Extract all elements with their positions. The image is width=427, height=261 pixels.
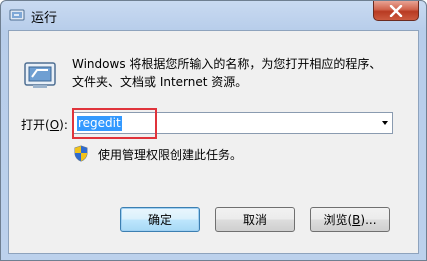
ok-button[interactable]: 确定 <box>120 207 200 232</box>
browse-button[interactable]: 浏览(B)... <box>310 207 390 232</box>
title-bar[interactable]: 运行 <box>1 1 426 29</box>
cancel-button[interactable]: 取消 <box>215 207 295 232</box>
button-bar: 确定 取消 浏览(B)... <box>9 189 418 253</box>
dialog-content: Windows 将根据您所输入的名称，为您打开相应的程序、 文件夹、文档或 In… <box>8 30 419 254</box>
admin-privilege-note: 使用管理权限创建此任务。 <box>98 148 243 162</box>
run-app-icon <box>9 7 25 23</box>
dropdown-arrow-icon[interactable] <box>382 121 388 125</box>
open-label: 打开(O): <box>21 118 68 132</box>
window-title: 运行 <box>31 11 58 26</box>
close-button[interactable] <box>373 1 419 21</box>
close-icon <box>389 5 403 17</box>
run-dialog-window: 运行 Windows 将根据您所输入的名称，为您打开相应的程序、 文件夹、文档或… <box>0 0 427 261</box>
description-line-1: Windows 将根据您所输入的名称，为您打开相应的程序、 <box>72 57 382 71</box>
uac-shield-icon <box>73 145 89 165</box>
run-dialog-icon <box>23 57 57 94</box>
highlight-annotation <box>72 108 157 139</box>
description-line-2: 文件夹、文档或 Internet 资源。 <box>72 75 248 89</box>
